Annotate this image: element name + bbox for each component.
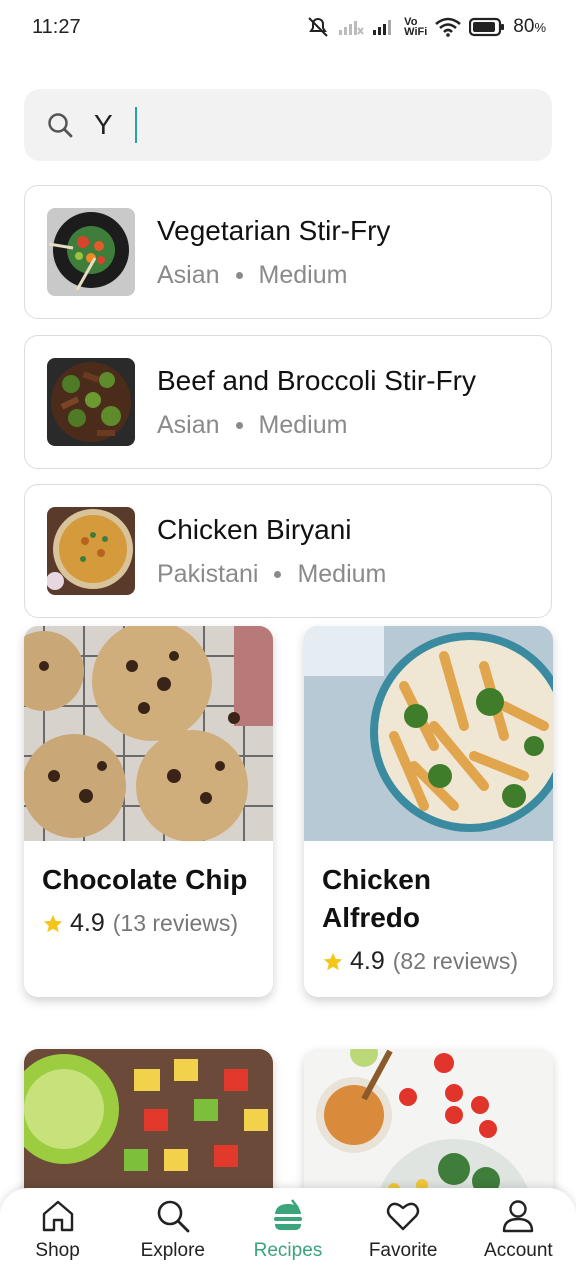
nav-item-explore[interactable]: Explore: [118, 1198, 228, 1262]
search-icon: [48, 113, 73, 138]
result-meta: Asian Medium: [157, 411, 476, 440]
signal-weak-icon: [339, 21, 364, 35]
signal-icon: [373, 20, 392, 35]
result-cuisine: Asian: [157, 410, 220, 439]
recipe-rating: 4.9 (82 reviews): [322, 947, 535, 976]
home-icon: [42, 1200, 73, 1232]
text-caret: [135, 107, 137, 143]
result-difficulty: Medium: [297, 559, 387, 588]
separator-dot: [235, 271, 243, 279]
wifi-icon: [435, 17, 462, 37]
result-meta: Pakistani Medium: [157, 560, 386, 589]
search-result-vegetarian-stir-fry[interactable]: Vegetarian Stir-Fry Asian Medium: [24, 185, 552, 319]
battery-icon: [469, 17, 505, 37]
rating-value: 4.9: [70, 909, 105, 937]
result-cuisine: Asian: [157, 260, 220, 289]
review-count: (82 reviews): [392, 948, 519, 974]
status-time: 11:27: [32, 15, 81, 38]
result-title: Beef and Broccoli Stir-Fry: [157, 364, 476, 396]
recipe-card-chicken-alfredo[interactable]: Chicken Alfredo 4.9 (82 reviews): [304, 626, 553, 997]
nav-item-favorite[interactable]: Favorite: [348, 1198, 458, 1262]
recipe-title: Chocolate Chip: [42, 864, 248, 895]
rating-value: 4.9: [350, 947, 385, 975]
search-icon: [157, 1200, 190, 1233]
nav-item-recipes[interactable]: Recipes: [233, 1198, 343, 1262]
separator-dot: [235, 421, 243, 429]
nav-label: Account: [484, 1240, 553, 1261]
star-icon: [323, 952, 343, 970]
bottom-navigation: Shop Explore Recipes Favorite Account: [0, 1188, 576, 1280]
result-cuisine: Pakistani: [157, 559, 259, 588]
heart-icon: [386, 1202, 420, 1231]
result-thumbnail: [47, 208, 135, 296]
result-difficulty: Medium: [258, 410, 348, 439]
search-result-beef-broccoli-stir-fry[interactable]: Beef and Broccoli Stir-Fry Asian Medium: [24, 335, 552, 469]
battery-percent: 80%: [513, 16, 546, 37]
status-bar: 11:27 Vo WiFi 80%: [0, 0, 576, 54]
nav-label: Explore: [140, 1240, 205, 1261]
review-count: (13 reviews): [112, 910, 239, 936]
nav-item-account[interactable]: Account: [463, 1198, 573, 1262]
search-input[interactable]: [94, 101, 494, 149]
nav-item-shop[interactable]: Shop: [3, 1198, 113, 1262]
search-bar[interactable]: [24, 89, 552, 161]
mute-icon: [308, 17, 328, 37]
result-title: Chicken Biryani: [157, 513, 352, 545]
result-title: Vegetarian Stir-Fry: [157, 214, 391, 246]
recipe-image: [304, 626, 553, 841]
recipe-title: Chicken Alfredo: [322, 864, 431, 933]
result-meta: Asian Medium: [157, 261, 390, 290]
vowifi-icon: Vo WiFi: [404, 16, 428, 38]
result-thumbnail: [47, 358, 135, 446]
recipe-card-chocolate-chip[interactable]: Chocolate Chip 4.9 (13 reviews): [24, 626, 273, 997]
nav-label: Favorite: [368, 1240, 438, 1261]
recipe-rating: 4.9 (13 reviews): [42, 909, 255, 938]
nav-label: Recipes: [253, 1240, 323, 1261]
person-icon: [503, 1200, 534, 1233]
search-result-chicken-biryani[interactable]: Chicken Biryani Pakistani Medium: [24, 484, 552, 618]
result-thumbnail: [47, 507, 135, 595]
burger-icon: [273, 1199, 302, 1230]
status-icons: Vo WiFi 80%: [306, 16, 546, 38]
result-difficulty: Medium: [258, 260, 348, 289]
recipe-image: [24, 626, 273, 841]
star-icon: [43, 914, 63, 932]
nav-label: Shop: [35, 1240, 80, 1261]
separator-dot: [274, 570, 282, 578]
